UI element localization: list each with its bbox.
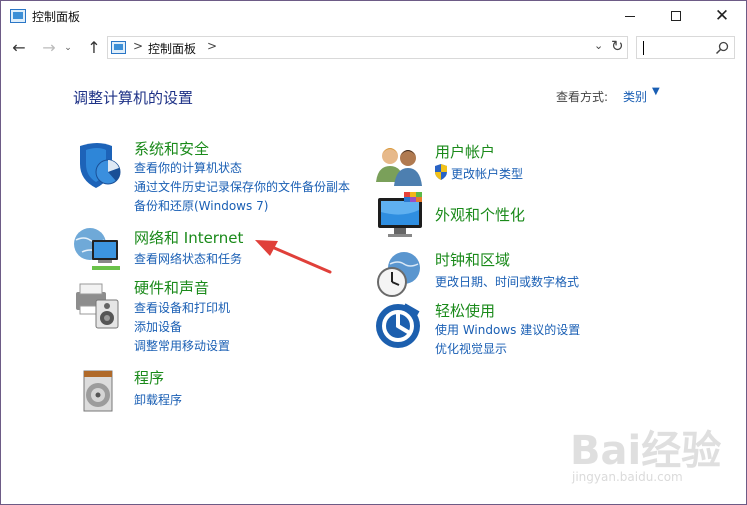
close-button[interactable]: ✕	[699, 1, 745, 31]
ease-of-access-link-2[interactable]: 优化视觉显示	[435, 340, 507, 357]
recent-locations-chevron-icon[interactable]: ⌄	[62, 38, 74, 58]
window-title: 控制面板	[32, 10, 81, 24]
clock-region-title[interactable]: 时钟和区域	[435, 249, 510, 270]
system-security-link-2[interactable]: 通过文件历史记录保存你的文件备份副本	[134, 178, 350, 195]
clock-region-link-1[interactable]: 更改日期、时间或数字格式	[435, 273, 579, 290]
appearance-monitor-icon[interactable]	[374, 190, 426, 242]
watermark-brand: Bai经验	[570, 428, 722, 474]
security-shield-icon[interactable]	[72, 138, 124, 190]
control-panel-icon	[10, 9, 26, 23]
ease-of-access-title[interactable]: 轻松使用	[435, 300, 495, 321]
refresh-icon[interactable]: ↻	[611, 37, 624, 55]
address-control-panel-icon	[111, 41, 126, 54]
appearance-title[interactable]: 外观和个性化	[435, 204, 525, 225]
system-security-title[interactable]: 系统和安全	[134, 138, 209, 159]
programs-title[interactable]: 程序	[134, 367, 164, 388]
view-by-chevron-icon[interactable]: ▼	[652, 86, 660, 97]
search-input[interactable]	[636, 36, 735, 59]
up-arrow-icon[interactable]: ↑	[84, 38, 104, 58]
hardware-link-2[interactable]: 添加设备	[134, 318, 182, 335]
watermark-url: jingyan.baidu.com	[572, 470, 683, 484]
programs-disc-icon[interactable]	[72, 365, 124, 417]
ease-of-access-icon[interactable]	[374, 300, 426, 352]
hardware-link-1[interactable]: 查看设备和打印机	[134, 299, 230, 316]
network-internet-title[interactable]: 网络和 Internet	[134, 227, 243, 248]
programs-link-1[interactable]: 卸载程序	[134, 391, 182, 408]
minimize-icon	[625, 15, 635, 17]
address-dropdown-icon[interactable]: ⌄	[594, 39, 603, 52]
clock-globe-icon[interactable]	[374, 248, 426, 300]
title-bar: 控制面板 ✕	[1, 1, 746, 32]
printer-speaker-icon[interactable]	[72, 278, 124, 330]
user-accounts-icon[interactable]	[374, 138, 426, 190]
address-path[interactable]: 控制面板	[148, 40, 196, 57]
maximize-icon	[671, 11, 681, 21]
back-arrow-icon[interactable]: ←	[9, 38, 29, 58]
uac-shield-icon	[435, 164, 447, 180]
baidu-watermark: Bai经验 jingyan.baidu.com	[570, 418, 740, 498]
address-bar[interactable]: > 控制面板 > ⌄ ↻	[107, 36, 628, 59]
minimize-button[interactable]	[607, 1, 653, 31]
hardware-link-3[interactable]: 调整常用移动设置	[134, 337, 230, 354]
view-by-dropdown[interactable]: 类别	[623, 88, 647, 105]
address-separator-trailing[interactable]: >	[207, 39, 217, 53]
ease-of-access-link-1[interactable]: 使用 Windows 建议的设置	[435, 321, 580, 338]
search-icon[interactable]	[714, 40, 730, 56]
user-accounts-title[interactable]: 用户帐户	[435, 141, 495, 162]
maximize-button[interactable]	[653, 1, 699, 31]
address-separator[interactable]: >	[133, 39, 143, 53]
system-security-link-1[interactable]: 查看你的计算机状态	[134, 159, 242, 176]
page-heading: 调整计算机的设置	[73, 89, 194, 107]
close-icon: ✕	[714, 5, 730, 26]
network-link-1[interactable]: 查看网络状态和任务	[134, 250, 242, 267]
hardware-sound-title[interactable]: 硬件和声音	[134, 277, 209, 298]
forward-arrow-icon[interactable]: →	[39, 38, 59, 58]
text-caret	[643, 41, 644, 55]
user-accounts-link-1[interactable]: 更改帐户类型	[451, 165, 523, 182]
view-by-label: 查看方式:	[556, 90, 609, 104]
system-security-link-3[interactable]: 备份和还原(Windows 7)	[134, 197, 268, 214]
network-globe-icon[interactable]	[72, 222, 124, 274]
